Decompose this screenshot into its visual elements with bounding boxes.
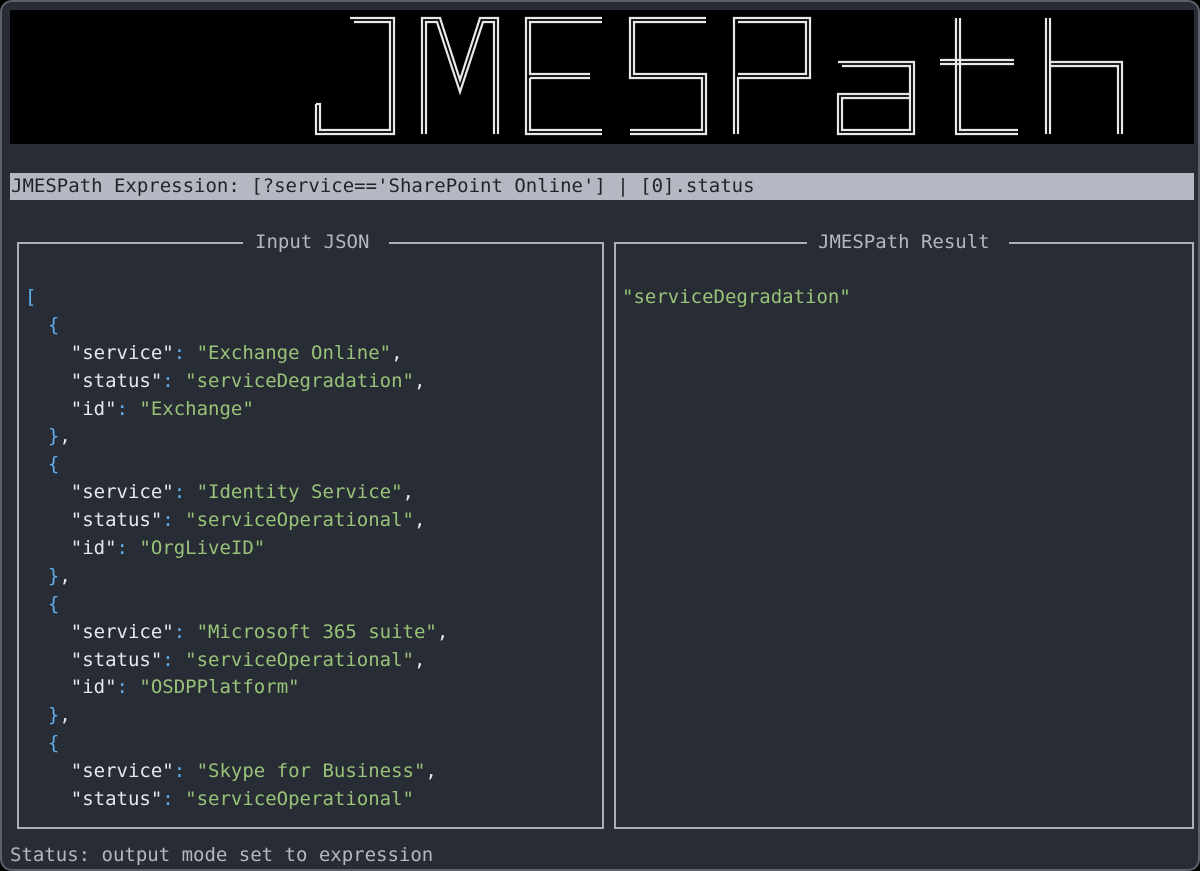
expression-value[interactable]: [?service=='SharePoint Online'] | [0].st…: [251, 175, 754, 197]
json-brace-close: }: [47, 564, 60, 587]
json-line-object-close: },: [25, 563, 448, 591]
json-line-object-close: },: [25, 423, 448, 451]
json-string-value: "Identity Service": [196, 481, 403, 504]
json-key: "status": [70, 648, 163, 671]
terminal-window: JMESPath Expression: [?service=='SharePo…: [0, 0, 1200, 871]
json-brace-close: }: [47, 425, 60, 448]
json-comma: ,: [391, 341, 403, 364]
json-comma: ,: [59, 564, 71, 587]
json-comma: ,: [59, 704, 71, 727]
json-colon: :: [116, 397, 140, 420]
json-brace-open: {: [47, 732, 60, 755]
json-line-property: "service": "Exchange Online",: [25, 340, 448, 368]
json-line-object-close: },: [25, 702, 448, 730]
json-bracket-open: [: [25, 286, 37, 308]
json-line-property: "id": "Exchange": [25, 396, 448, 424]
result-value: "serviceDegradation": [622, 286, 851, 308]
json-colon: :: [116, 537, 140, 560]
json-key: "status": [70, 509, 163, 532]
json-brace-open: {: [47, 453, 60, 476]
json-comma: ,: [436, 620, 449, 643]
json-colon: :: [173, 481, 197, 504]
json-colon: :: [116, 676, 140, 699]
json-string-value: "Exchange Online": [196, 341, 392, 364]
json-string-value: "Microsoft 365 suite": [196, 620, 437, 643]
json-string-value: "OSDPPlatform": [139, 676, 300, 699]
json-colon: :: [162, 369, 186, 392]
json-string-value: "serviceOperational": [185, 509, 414, 532]
json-key: "id": [70, 397, 117, 420]
json-key: "service": [70, 760, 174, 783]
json-tree[interactable]: [ { "service": "Exchange Online", "statu…: [25, 284, 448, 814]
json-key: "id": [70, 676, 117, 699]
json-comma: ,: [59, 425, 71, 448]
json-line-property: "service": "Skype for Business",: [25, 758, 448, 786]
json-string-value: "Exchange": [139, 397, 254, 420]
json-line-object-open: {: [25, 451, 448, 479]
result-title: JMESPath Result: [818, 231, 990, 253]
json-colon: :: [162, 648, 186, 671]
json-string-value: "serviceDegradation": [185, 369, 414, 392]
json-colon: :: [173, 620, 197, 643]
json-key: "service": [70, 620, 174, 643]
json-line-object-open: {: [25, 730, 448, 758]
json-line-object-open: {: [25, 312, 448, 340]
json-line-property: "status": "serviceOperational": [25, 786, 448, 814]
json-string-value: "serviceOperational": [185, 788, 414, 811]
expression-input[interactable]: JMESPath Expression: [?service=='SharePo…: [10, 173, 1194, 200]
json-comma: ,: [425, 760, 437, 783]
json-colon: :: [162, 788, 186, 811]
json-key: "status": [70, 369, 163, 392]
json-colon: :: [162, 509, 186, 532]
json-comma: ,: [402, 481, 414, 504]
ascii-art-banner: [10, 10, 1194, 144]
status-bar: Status: output mode set to expression: [10, 844, 434, 866]
json-key: "id": [70, 537, 117, 560]
json-line-property: "id": "OSDPPlatform": [25, 674, 448, 702]
json-line-property: "status": "serviceOperational",: [25, 507, 448, 535]
json-brace-close: }: [47, 704, 60, 727]
json-line-property: "status": "serviceDegradation",: [25, 368, 448, 396]
json-line-property: "service": "Identity Service",: [25, 479, 448, 507]
banner-logo: [314, 16, 1124, 136]
json-string-value: "OrgLiveID": [139, 537, 266, 560]
json-comma: ,: [413, 648, 426, 671]
json-colon: :: [173, 341, 197, 364]
json-key: "status": [70, 788, 163, 811]
json-string-value: "Skype for Business": [196, 760, 426, 783]
input-json-title: Input JSON: [255, 231, 370, 253]
json-comma: ,: [413, 509, 426, 532]
json-brace-open: {: [47, 313, 60, 336]
input-json-panel[interactable]: Input JSON [ { "service": "Exchange Onli…: [17, 231, 604, 829]
json-string-value: "serviceOperational": [185, 648, 414, 671]
json-line-property: "status": "serviceOperational",: [25, 647, 448, 675]
expression-label: JMESPath Expression:: [11, 175, 240, 197]
result-panel[interactable]: JMESPath Result "serviceDegradation": [614, 231, 1194, 829]
json-comma: ,: [413, 369, 426, 392]
json-key: "service": [70, 341, 174, 364]
json-colon: :: [173, 760, 197, 783]
json-brace-open: {: [47, 592, 60, 615]
json-key: "service": [70, 481, 174, 504]
json-line-property: "service": "Microsoft 365 suite",: [25, 619, 449, 647]
json-line-object-open: {: [25, 591, 448, 619]
json-line-array-open: [: [25, 284, 448, 312]
json-line-property: "id": "OrgLiveID": [25, 535, 448, 563]
